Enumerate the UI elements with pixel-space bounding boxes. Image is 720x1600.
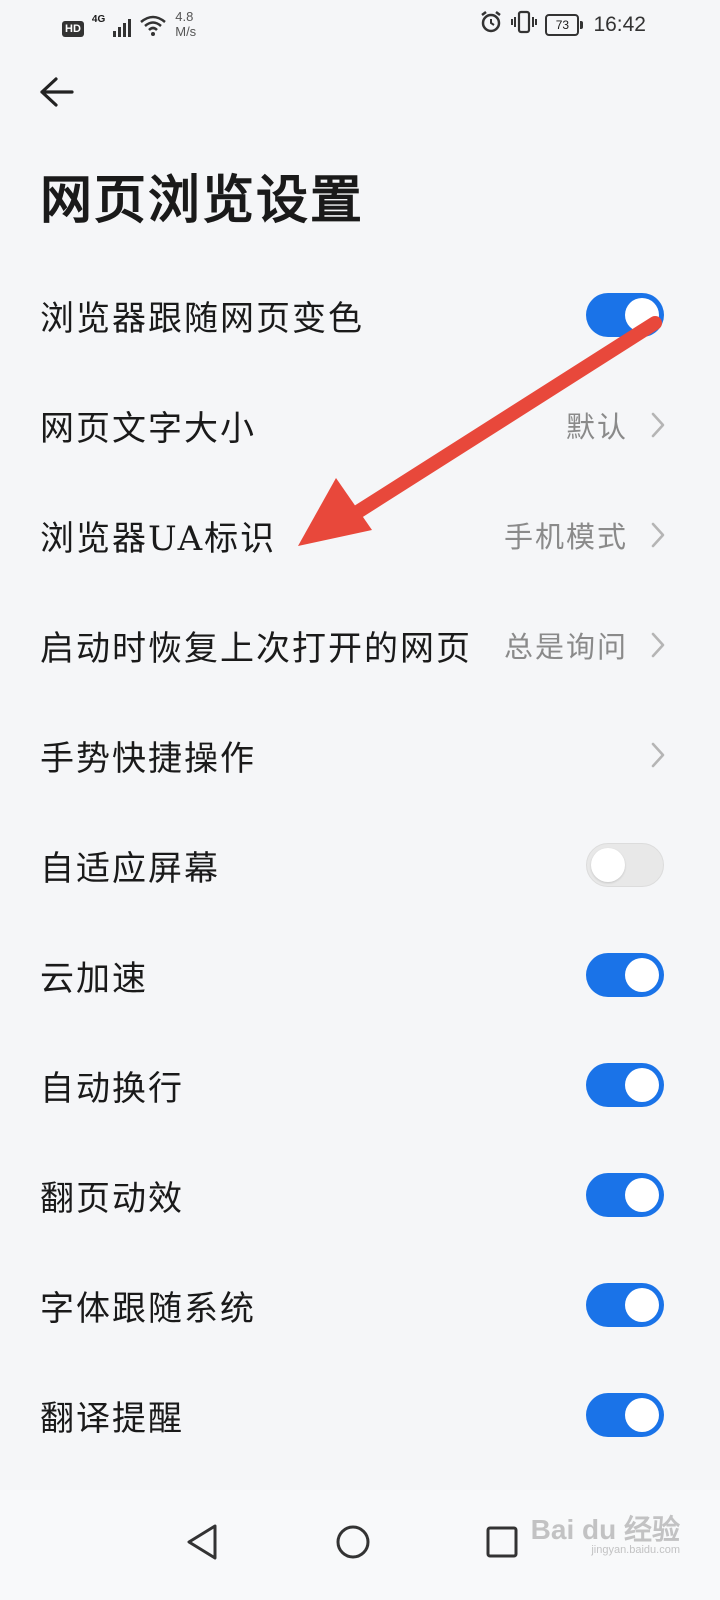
toggle-knob <box>625 298 659 332</box>
back-arrow-icon <box>40 77 74 107</box>
settings-row-label: 浏览器UA标识 <box>40 518 277 559</box>
watermark-text: Bai du 经验 <box>530 1514 680 1545</box>
settings-row-label: 翻译提醒 <box>40 1398 184 1439</box>
settings-row-value: 总是询问 <box>503 630 628 664</box>
settings-list: 浏览器跟随网页变色 网页文字大小 默认浏览器UA标识 手机模式启动时恢复上次打开的网页… <box>0 260 720 1470</box>
recents-square-icon <box>486 1526 518 1558</box>
settings-row-label: 字体跟随系统 <box>40 1288 256 1329</box>
wifi-icon <box>139 14 167 41</box>
settings-row-label: 自适应屏幕 <box>40 848 220 889</box>
settings-row-label: 网页文字大小 <box>40 408 256 449</box>
status-right: 73 16:42 <box>479 10 646 39</box>
toggle-knob <box>625 1068 659 1102</box>
toggle-switch[interactable] <box>586 843 664 887</box>
toggle-knob <box>625 1288 659 1322</box>
toggle-knob <box>625 1398 659 1432</box>
toggle-switch[interactable] <box>586 293 664 337</box>
status-left: HD 4G 4.8 M/s <box>62 6 196 41</box>
network-type: 4G <box>91 14 106 25</box>
chevron-right-icon <box>648 741 668 769</box>
settings-row[interactable]: 字体跟随系统 <box>0 1250 720 1360</box>
chevron-right-icon <box>648 631 668 659</box>
settings-row-label: 启动时恢复上次打开的网页 <box>40 628 472 669</box>
settings-row[interactable]: 手势快捷操作 <box>0 700 720 810</box>
toggle-switch[interactable] <box>586 1173 664 1217</box>
settings-row-label: 云加速 <box>40 958 148 999</box>
speed-unit: M/s <box>175 23 197 39</box>
toggle-switch[interactable] <box>586 1283 664 1327</box>
settings-row[interactable]: 启动时恢复上次打开的网页 总是询问 <box>0 590 720 700</box>
settings-row[interactable]: 自动换行 <box>0 1030 720 1140</box>
settings-row-value: 默认 <box>565 410 628 444</box>
toggle-knob <box>591 848 625 882</box>
nav-recents-button[interactable] <box>472 1512 532 1572</box>
status-bar: HD 4G 4.8 M/s 73 16:42 <box>0 0 720 50</box>
battery-icon: 73 <box>545 13 584 36</box>
nav-home-button[interactable] <box>323 1512 383 1572</box>
alarm-icon <box>479 10 503 39</box>
settings-row[interactable]: 云加速 <box>0 920 720 1030</box>
settings-row-label: 手势快捷操作 <box>40 738 256 779</box>
settings-row-label: 浏览器跟随网页变色 <box>40 298 364 339</box>
settings-row[interactable]: 自适应屏幕 <box>0 810 720 920</box>
toggle-knob <box>625 1178 659 1212</box>
settings-row-value: 手机模式 <box>503 520 628 554</box>
toggle-switch[interactable] <box>586 953 664 997</box>
watermark-sub: jingyan.baidu.com <box>591 1544 680 1556</box>
page-title: 网页浏览设置 <box>40 170 365 231</box>
vibrate-icon <box>511 10 538 39</box>
settings-row[interactable]: 浏览器UA标识 手机模式 <box>0 480 720 590</box>
back-triangle-icon <box>187 1524 217 1560</box>
chevron-right-icon <box>648 521 668 549</box>
settings-row[interactable]: 翻译提醒 <box>0 1360 720 1470</box>
watermark: Bai du 经验 jingyan.baidu.com <box>531 1508 680 1556</box>
toggle-switch[interactable] <box>586 1393 664 1437</box>
settings-row[interactable]: 网页文字大小 默认 <box>0 370 720 480</box>
settings-row-label: 自动换行 <box>40 1068 184 1109</box>
settings-row-label: 翻页动效 <box>40 1178 184 1219</box>
signal-icon <box>113 17 132 37</box>
hd-badge: HD <box>62 20 84 37</box>
settings-row[interactable]: 浏览器跟随网页变色 <box>0 260 720 370</box>
network-speed: 4.8 M/s <box>175 9 196 39</box>
settings-row[interactable]: 翻页动效 <box>0 1140 720 1250</box>
back-button[interactable] <box>34 70 78 114</box>
speed-value: 4.8 <box>175 8 194 24</box>
toggle-switch[interactable] <box>586 1063 664 1107</box>
home-circle-icon <box>336 1525 370 1559</box>
nav-back-button[interactable] <box>172 1512 232 1572</box>
chevron-right-icon <box>648 411 668 439</box>
toggle-knob <box>625 958 659 992</box>
clock: 16:42 <box>593 12 646 36</box>
